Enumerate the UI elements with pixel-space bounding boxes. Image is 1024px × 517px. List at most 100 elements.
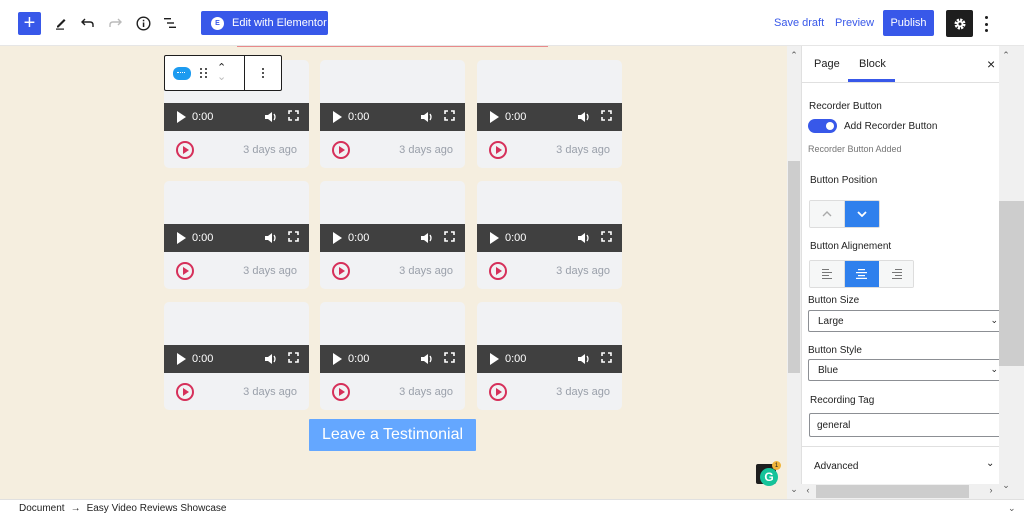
volume-icon[interactable] — [420, 111, 434, 123]
position-up-button[interactable] — [810, 201, 845, 227]
add-recorder-button-toggle[interactable] — [808, 119, 837, 133]
play-icon[interactable] — [490, 111, 499, 123]
scroll-up-icon[interactable]: ⌃ — [787, 50, 801, 61]
grammarly-icon: G — [760, 468, 778, 486]
recording-tag-input[interactable]: general — [809, 413, 999, 437]
sidebar-horizontal-scrollbar[interactable]: ‹ › — [801, 484, 999, 499]
options-menu-button[interactable] — [980, 14, 992, 34]
redo-icon[interactable] — [105, 13, 125, 33]
play-icon[interactable] — [177, 232, 186, 244]
review-date: 3 days ago — [243, 385, 297, 398]
advanced-panel-toggle[interactable]: Advanced ⌄ — [802, 447, 999, 483]
volume-icon[interactable] — [264, 232, 278, 244]
scroll-down-icon[interactable]: ⌄ — [787, 484, 801, 495]
position-down-button[interactable] — [845, 201, 879, 227]
card-footer: 3 days ago — [164, 131, 309, 168]
button-position-group — [809, 200, 880, 228]
align-left-button[interactable] — [810, 261, 845, 287]
leave-testimonial-button[interactable]: Leave a Testimonial — [309, 419, 476, 451]
volume-icon[interactable] — [420, 353, 434, 365]
play-circle-icon[interactable] — [489, 382, 507, 401]
video-review-card: 0:00 3 days ago — [477, 60, 622, 168]
fullscreen-icon[interactable] — [601, 231, 612, 245]
more-options-icon — [262, 68, 264, 78]
list-view-icon[interactable] — [160, 13, 180, 33]
play-icon[interactable] — [177, 111, 186, 123]
play-circle-icon[interactable] — [176, 261, 194, 280]
volume-icon[interactable] — [264, 353, 278, 365]
scroll-left-icon[interactable]: ‹ — [801, 485, 815, 495]
tab-block[interactable]: Block — [859, 58, 886, 70]
fullscreen-icon[interactable] — [288, 352, 299, 366]
editor-scrollbar[interactable]: ⌃ ⌄ — [787, 46, 801, 499]
add-block-button[interactable]: + — [18, 12, 41, 35]
fullscreen-icon[interactable] — [444, 110, 455, 124]
review-date: 3 days ago — [243, 264, 297, 277]
align-right-button[interactable] — [879, 261, 913, 287]
breadcrumb-document[interactable]: Document — [19, 503, 65, 514]
edit-with-elementor-button[interactable]: E Edit with Elementor — [201, 11, 328, 35]
drag-handle-icon[interactable] — [200, 68, 208, 78]
preview-button[interactable]: Preview — [835, 17, 874, 29]
review-date: 3 days ago — [399, 385, 453, 398]
volume-icon[interactable] — [420, 232, 434, 244]
play-circle-icon[interactable] — [332, 382, 350, 401]
pencil-icon[interactable] — [51, 13, 71, 33]
save-draft-button[interactable]: Save draft — [774, 17, 824, 29]
button-style-select[interactable]: Blue ⌄ — [808, 359, 999, 381]
play-circle-icon[interactable] — [489, 261, 507, 280]
close-sidebar-icon[interactable]: × — [987, 56, 995, 72]
page-scroll-down-icon[interactable]: ⌄ — [1008, 503, 1016, 514]
button-size-select[interactable]: Large ⌄ — [808, 310, 999, 332]
breadcrumb-block[interactable]: Easy Video Reviews Showcase — [87, 503, 227, 514]
publish-button[interactable]: Publish — [883, 10, 934, 36]
block-options-button[interactable] — [245, 56, 281, 90]
video-review-block-icon[interactable] — [173, 66, 191, 80]
volume-icon[interactable] — [577, 111, 591, 123]
video-review-card: 0:00 3 days ago — [477, 181, 622, 289]
card-footer: 3 days ago — [164, 252, 309, 289]
fullscreen-icon[interactable] — [288, 110, 299, 124]
fullscreen-icon[interactable] — [601, 352, 612, 366]
sidebar-vertical-scrollbar[interactable]: ⌃ ⌄ — [999, 46, 1024, 499]
video-player: 0:00 — [164, 103, 309, 131]
chevron-down-icon: ⌄ — [986, 458, 995, 469]
play-icon[interactable] — [490, 232, 499, 244]
move-down-icon[interactable]: ⌄ — [217, 72, 226, 83]
breadcrumb: Document → Easy Video Reviews Showcase — [0, 499, 1024, 517]
play-icon[interactable] — [333, 353, 342, 365]
scroll-down-icon[interactable]: ⌄ — [999, 480, 1013, 491]
undo-icon[interactable] — [78, 13, 98, 33]
fullscreen-icon[interactable] — [601, 110, 612, 124]
scroll-right-icon[interactable]: › — [984, 485, 998, 495]
scroll-up-icon[interactable]: ⌃ — [999, 50, 1013, 61]
play-circle-icon[interactable] — [332, 261, 350, 280]
play-icon[interactable] — [177, 353, 186, 365]
settings-button[interactable] — [946, 10, 973, 37]
volume-icon[interactable] — [577, 232, 591, 244]
volume-icon[interactable] — [264, 111, 278, 123]
play-icon[interactable] — [333, 232, 342, 244]
align-center-button[interactable] — [845, 261, 879, 287]
play-circle-icon[interactable] — [332, 140, 350, 159]
gear-icon — [954, 18, 965, 29]
play-icon[interactable] — [490, 353, 499, 365]
play-circle-icon[interactable] — [176, 140, 194, 159]
fullscreen-icon[interactable] — [288, 231, 299, 245]
fullscreen-icon[interactable] — [444, 231, 455, 245]
chevron-down-icon — [856, 211, 867, 217]
video-player: 0:00 — [164, 224, 309, 252]
video-review-card: 0:00 3 days ago — [164, 302, 309, 410]
fullscreen-icon[interactable] — [444, 352, 455, 366]
tab-page[interactable]: Page — [814, 58, 840, 70]
horizontal-scrollbar-thumb[interactable] — [816, 485, 969, 498]
button-alignment-group — [809, 260, 914, 288]
grammarly-widget[interactable]: G 1 — [756, 461, 781, 486]
play-circle-icon[interactable] — [176, 382, 194, 401]
play-circle-icon[interactable] — [489, 140, 507, 159]
volume-icon[interactable] — [577, 353, 591, 365]
info-icon[interactable] — [133, 13, 153, 33]
card-footer: 3 days ago — [320, 252, 465, 289]
editor-scrollbar-thumb[interactable] — [788, 161, 800, 373]
play-icon[interactable] — [333, 111, 342, 123]
